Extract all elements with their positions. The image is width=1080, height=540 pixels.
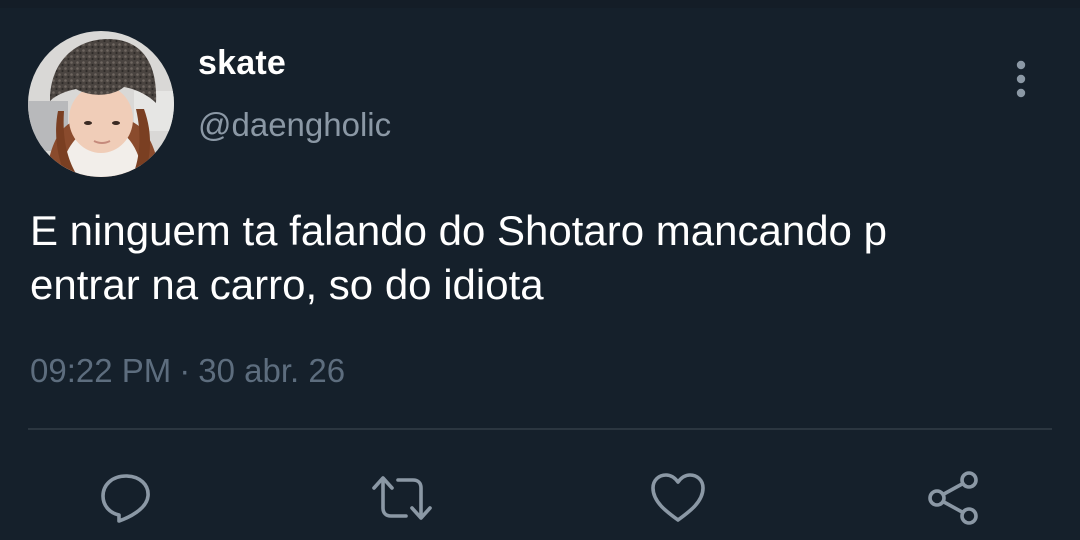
tweet-meta: 09:22 PM · 30 abr. 26: [30, 352, 345, 390]
like-button[interactable]: [646, 466, 710, 530]
divider: [28, 428, 1052, 430]
share-icon: [928, 471, 978, 525]
tweet-time[interactable]: 09:22 PM: [30, 352, 171, 389]
more-options-button[interactable]: [1004, 56, 1038, 102]
reply-button[interactable]: [94, 466, 158, 530]
retweet-icon: [372, 476, 432, 520]
share-button[interactable]: [922, 466, 986, 530]
meta-separator: ·: [179, 352, 191, 389]
handle[interactable]: @daengholic: [198, 106, 391, 144]
avatar[interactable]: [28, 31, 174, 177]
like-icon: [651, 473, 705, 522]
tweet-text: E ninguem ta falando do Shotaro mancando…: [30, 207, 887, 308]
top-edge: [0, 0, 1080, 8]
reply-icon: [101, 474, 150, 523]
avatar-photo: [28, 31, 174, 177]
retweet-button[interactable]: [370, 466, 434, 530]
tweet-date[interactable]: 30 abr. 26: [198, 352, 345, 389]
tweet-card: skate @daengholic E ninguem ta falando d…: [0, 0, 1080, 540]
display-name[interactable]: skate: [198, 44, 286, 83]
more-vertical-icon: [1016, 60, 1026, 98]
